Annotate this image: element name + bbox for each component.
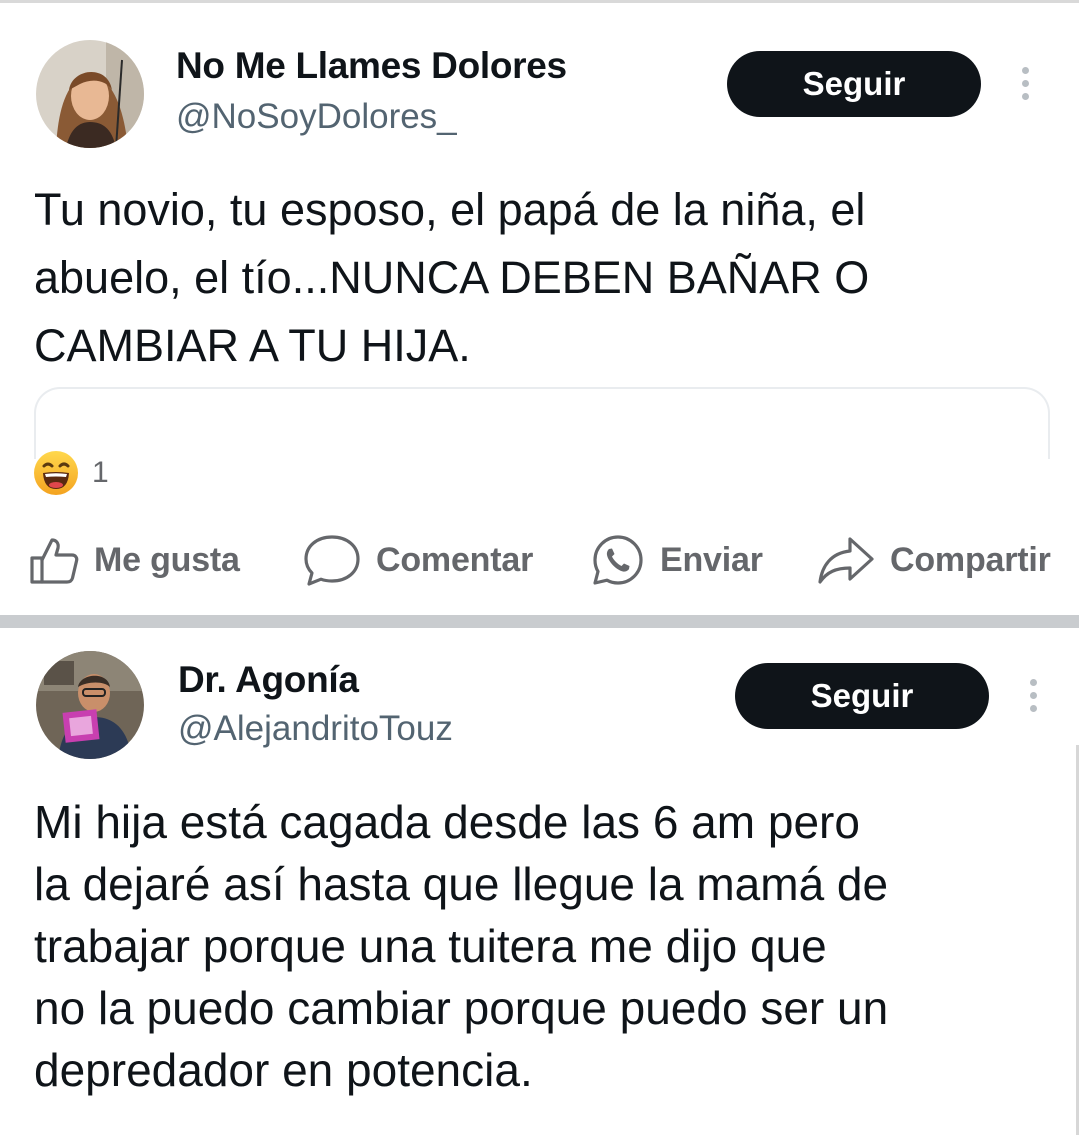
author-name[interactable]: Dr. Agonía	[178, 659, 359, 701]
author-handle[interactable]: @AlejandritoTouz	[178, 709, 453, 749]
comment-icon	[304, 535, 360, 586]
avatar[interactable]	[36, 651, 144, 759]
whatsapp-icon	[593, 535, 643, 585]
send-label: Enviar	[660, 540, 763, 579]
share-icon	[818, 537, 874, 584]
tweet-text: Mi hija está cagada desde las 6 am pero …	[34, 796, 889, 1096]
laughing-emoji-icon	[34, 451, 78, 495]
action-bar: Me gusta Comentar Enviar Compartir	[0, 525, 1079, 595]
author-name[interactable]: No Me Llames Dolores	[176, 45, 567, 87]
follow-button[interactable]: Seguir	[735, 663, 989, 729]
post-card: No Me Llames Dolores @NoSoyDolores_ Segu…	[0, 3, 1079, 628]
author-handle[interactable]: @NoSoyDolores_	[176, 97, 457, 137]
avatar-photo	[36, 40, 144, 148]
reactions-summary[interactable]: 1	[32, 449, 109, 497]
share-label: Compartir	[890, 540, 1051, 579]
like-button[interactable]: Me gusta	[28, 525, 240, 595]
tweet-text: Tu novio, tu esposo, el papá de la niña,…	[34, 184, 870, 371]
comment-label: Comentar	[376, 540, 534, 579]
avatar[interactable]	[36, 40, 144, 148]
embedded-card[interactable]	[34, 387, 1050, 459]
like-label: Me gusta	[94, 540, 240, 579]
share-button[interactable]: Compartir	[816, 525, 1051, 595]
follow-button[interactable]: Seguir	[727, 51, 981, 117]
more-options-icon[interactable]	[1019, 67, 1031, 100]
reaction-count: 1	[92, 456, 109, 489]
thumbs-up-icon	[30, 538, 79, 584]
more-options-icon[interactable]	[1027, 679, 1039, 712]
comment-button[interactable]: Comentar	[302, 525, 533, 595]
post-card: Dr. Agonía @AlejandritoTouz Seguir Mi hi…	[0, 625, 1079, 1135]
avatar-photo	[36, 651, 144, 759]
send-button[interactable]: Enviar	[590, 525, 763, 595]
